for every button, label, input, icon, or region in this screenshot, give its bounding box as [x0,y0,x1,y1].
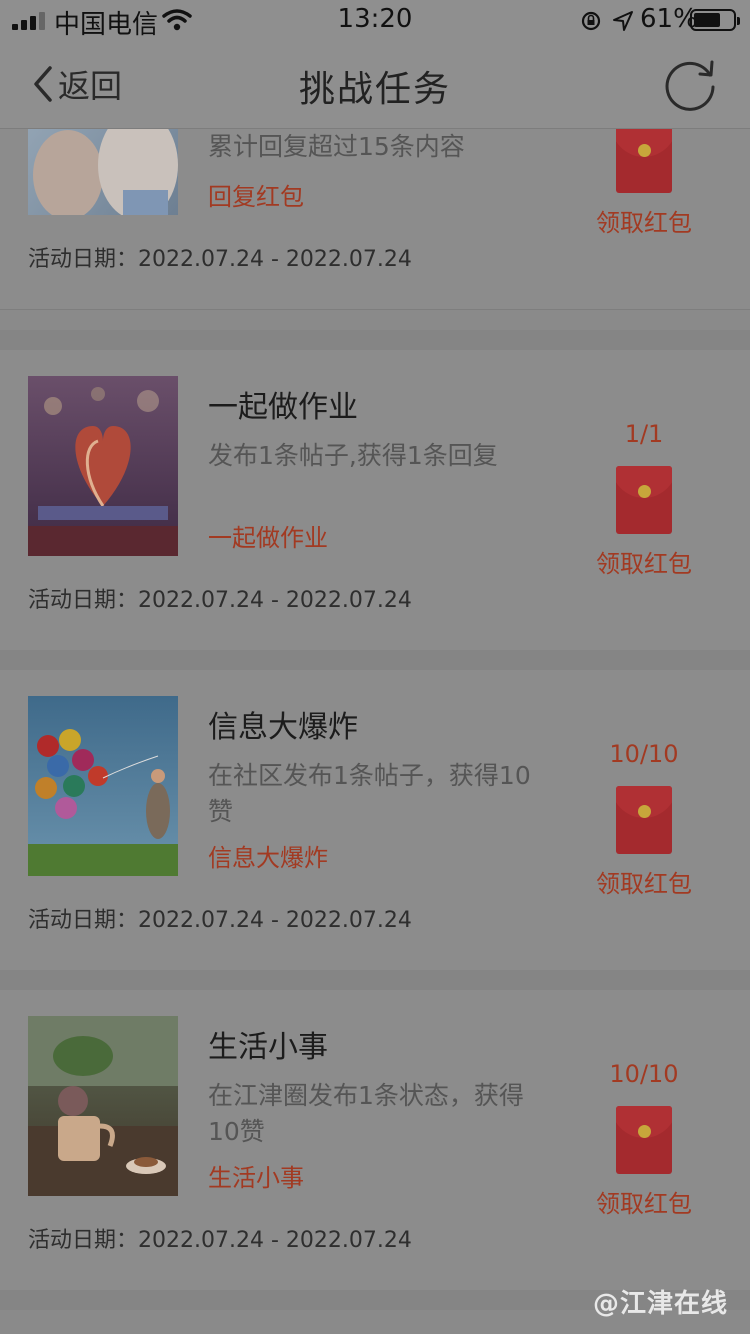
red-envelope-icon[interactable] [616,129,672,193]
task-list[interactable]: 累计回复超过15条内容 回复红包 活动日期：2022.07.24 - 2022.… [0,129,750,1334]
task-date: 活动日期：2022.07.24 - 2022.07.24 [28,588,412,613]
rotation-lock-icon [581,11,601,31]
list-divider [0,970,750,990]
task-progress: 1/1 [624,420,664,448]
status-bar: 中国电信 13:20 61% [0,0,750,40]
page-title: 挑战任务 [298,69,451,110]
list-divider [0,650,750,670]
task-tag: 回复红包 [208,183,304,211]
list-divider [0,330,750,350]
task-date: 活动日期：2022.07.24 - 2022.07.24 [28,908,412,933]
claim-red-packet-button[interactable]: 领取红包 [564,864,724,899]
task-thumbnail-couple [28,129,178,215]
red-envelope-icon[interactable] [616,786,672,854]
task-description: 发布1条帖子,获得1条回复 [208,441,498,470]
location-arrow-icon [613,11,633,31]
red-envelope-icon[interactable] [616,1106,672,1174]
task-card[interactable]: 信息大爆炸 在社区发布1条帖子，获得10赞 信息大爆炸 活动日期：2022.07… [0,670,750,971]
task-description: 累计回复超过15条内容 [208,132,465,161]
task-tag: 信息大爆炸 [208,844,328,872]
task-thumbnail-teapot [28,1016,178,1196]
task-tag: 生活小事 [208,1164,304,1192]
task-date: 活动日期：2022.07.24 - 2022.07.24 [28,1228,412,1253]
task-card[interactable]: 生活小事 在江津圈发布1条状态，获得10赞 生活小事 活动日期：2022.07.… [0,990,750,1291]
claim-red-packet-button[interactable]: 领取红包 [564,544,724,579]
watermark: @江津在线 [592,1289,728,1319]
task-progress: 10/10 [609,1060,679,1088]
status-time: 13:20 [337,4,413,34]
refresh-icon[interactable] [660,54,720,114]
nav-bar: 返回 挑战任务 [0,40,750,129]
task-thumbnail-balloons [28,696,178,876]
task-title: 信息大爆炸 [208,710,358,745]
task-card[interactable]: 累计回复超过15条内容 回复红包 活动日期：2022.07.24 - 2022.… [0,129,750,310]
task-date: 活动日期：2022.07.24 - 2022.07.24 [28,247,412,272]
task-description: 在江津圈发布1条状态，获得10赞 [208,1081,524,1146]
task-title: 一起做作业 [208,390,358,425]
task-description: 在社区发布1条帖子，获得10赞 [208,761,531,826]
task-card[interactable]: 一起做作业 发布1条帖子,获得1条回复 一起做作业 活动日期：2022.07.2… [0,350,750,651]
task-tag: 一起做作业 [208,524,328,552]
red-envelope-icon[interactable] [616,466,672,534]
task-progress: 10/10 [609,740,679,768]
task-title: 生活小事 [208,1030,328,1065]
task-thumbnail-book-heart [28,376,178,556]
battery-icon [690,9,740,31]
claim-red-packet-button[interactable]: 领取红包 [564,1184,724,1219]
claim-red-packet-button[interactable]: 领取红包 [564,203,724,238]
